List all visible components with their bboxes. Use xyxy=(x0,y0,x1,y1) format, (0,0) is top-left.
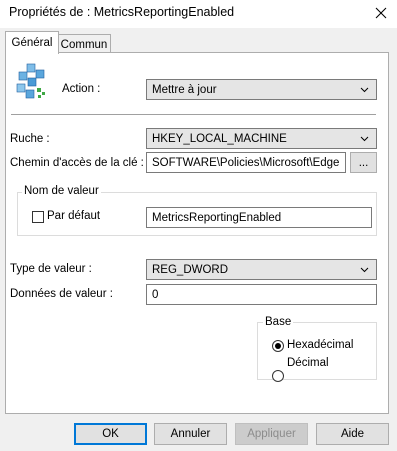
hive-value: HKEY_LOCAL_MACHINE xyxy=(152,132,287,145)
tab-general[interactable]: Général xyxy=(5,31,59,54)
hexadecimal-radio[interactable] xyxy=(272,340,284,352)
action-label: Action : xyxy=(62,83,101,95)
key-path-label: Chemin d'accès de la clé : xyxy=(10,157,144,169)
hive-label: Ruche : xyxy=(10,133,50,145)
ok-label: OK xyxy=(102,428,119,440)
value-data-value: 0 xyxy=(152,288,159,301)
chevron-down-icon xyxy=(360,267,369,273)
tab-common[interactable]: Commun xyxy=(57,34,111,54)
apply-button[interactable]: Appliquer xyxy=(235,423,308,445)
value-name-value: MetricsReportingEnabled xyxy=(152,211,282,224)
decimal-label: Décimal xyxy=(287,357,329,369)
value-data-label: Données de valeur : xyxy=(10,288,113,300)
action-select[interactable]: Mettre à jour xyxy=(146,79,377,100)
tab-common-label: Commun xyxy=(60,38,108,51)
value-data-input[interactable]: 0 xyxy=(146,284,377,305)
key-path-value: SOFTWARE\Policies\Microsoft\Edge xyxy=(152,156,340,169)
default-checkbox[interactable] xyxy=(32,211,44,223)
value-type-select[interactable]: REG_DWORD xyxy=(146,259,377,280)
hexadecimal-label: Hexadécimal xyxy=(287,339,354,351)
decimal-radio[interactable] xyxy=(272,370,284,382)
browse-button[interactable]: ... xyxy=(350,152,377,173)
registry-cubes-icon xyxy=(16,63,45,99)
apply-label: Appliquer xyxy=(247,428,296,440)
cancel-button[interactable]: Annuler xyxy=(154,423,227,445)
window-title: Propriétés de : MetricsReportingEnabled xyxy=(9,5,235,19)
value-type-label: Type de valeur : xyxy=(10,263,92,275)
hive-select[interactable]: HKEY_LOCAL_MACHINE xyxy=(146,128,377,149)
separator xyxy=(11,114,376,115)
chevron-down-icon xyxy=(360,136,369,142)
default-checkbox-label: Par défaut xyxy=(47,210,101,222)
close-button[interactable] xyxy=(365,0,397,26)
close-icon xyxy=(375,7,387,19)
key-path-input[interactable]: SOFTWARE\Policies\Microsoft\Edge xyxy=(146,152,346,173)
value-name-group-title: Nom de valeur xyxy=(22,185,101,197)
ok-button[interactable]: OK xyxy=(74,423,147,445)
base-group-title: Base xyxy=(263,316,294,328)
value-type-value: REG_DWORD xyxy=(152,263,229,276)
action-value: Mettre à jour xyxy=(152,83,217,96)
browse-label: ... xyxy=(358,156,369,169)
tab-general-label: Général xyxy=(11,37,53,49)
help-button[interactable]: Aide xyxy=(316,423,389,445)
chevron-down-icon xyxy=(360,87,369,93)
cancel-label: Annuler xyxy=(170,428,211,440)
value-name-input[interactable]: MetricsReportingEnabled xyxy=(146,207,372,228)
help-label: Aide xyxy=(340,428,365,440)
